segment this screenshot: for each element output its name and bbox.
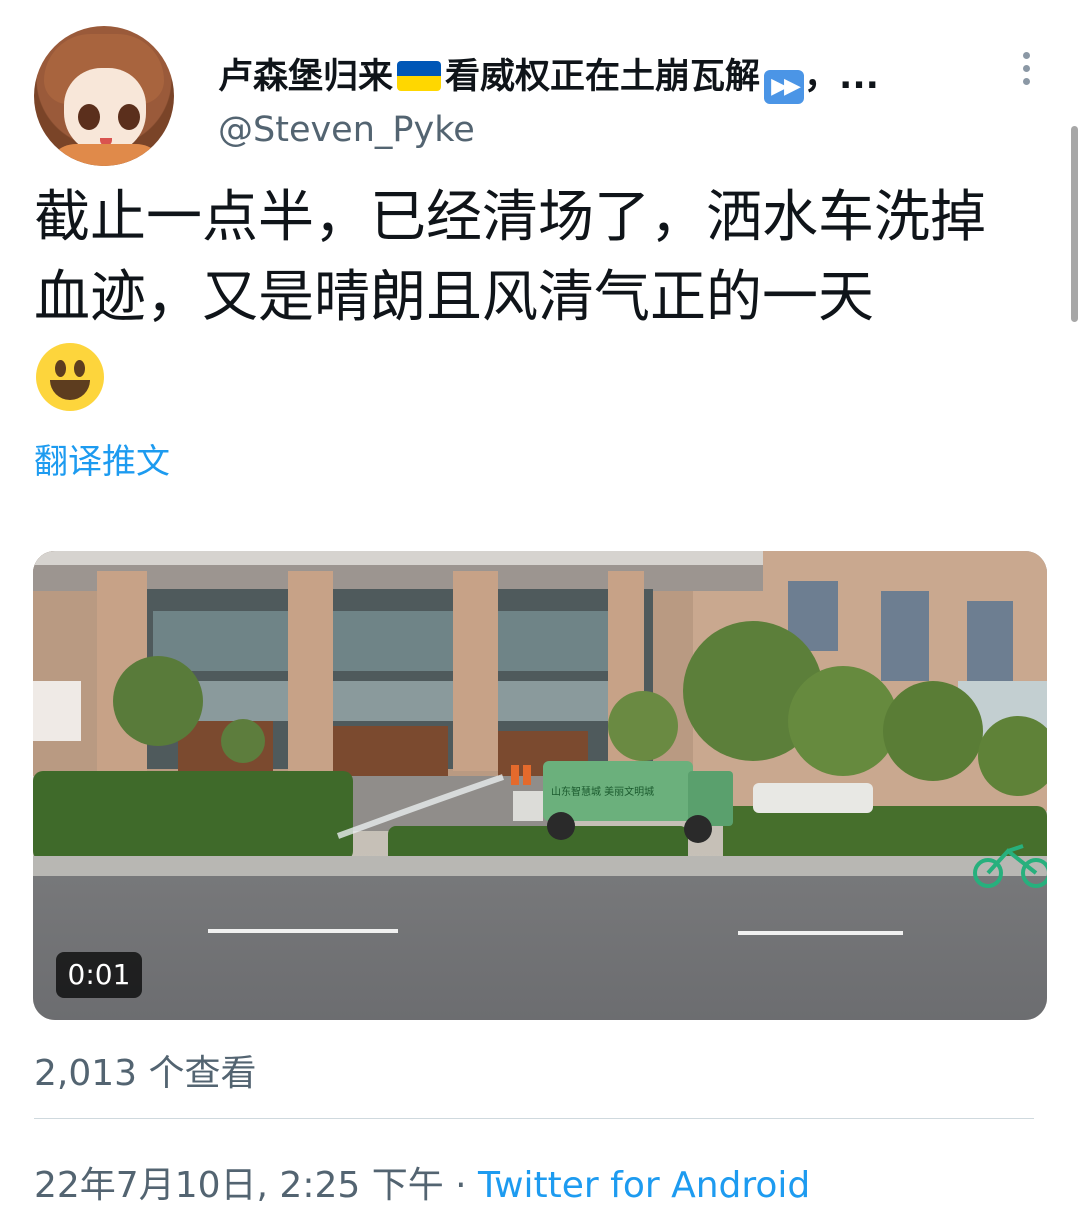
author-display-name[interactable]: 卢森堡归来 看威权正在土崩瓦解 ▶▶，... [218, 48, 978, 104]
views-label: 个查看 [137, 1053, 257, 1094]
views-number: 2,013 [34, 1053, 138, 1094]
ukraine-flag-icon [397, 61, 442, 91]
video-frame: 山东智慧城 美丽文明城 [33, 551, 1047, 1020]
grinning-face-emoji-icon [36, 343, 104, 411]
tweet-text: 截止一点半，已经清场了，洒水车洗掉血迹，又是晴朗且风清气正的一天 [34, 185, 986, 330]
video-timestamp: 0:01 [56, 952, 142, 998]
tweet-metadata: 22年7月10日, 2:25 下午 · Twitter for Android [34, 1156, 810, 1208]
truck-sign-text: 山东智慧城 美丽文明城 [551, 785, 654, 798]
author-avatar[interactable] [34, 26, 174, 166]
divider [34, 1118, 1034, 1119]
avatar-eye [118, 104, 140, 130]
author-name-part1: 卢森堡归来 [218, 57, 394, 97]
author-name-part2: 看威权正在土崩瓦解 [445, 57, 761, 97]
video-player[interactable]: 山东智慧城 美丽文明城 [33, 551, 1047, 1020]
avatar-eye [78, 104, 100, 130]
author-handle[interactable]: @Steven_Pyke [218, 110, 475, 150]
tweet-datetime[interactable]: 22年7月10日, 2:25 下午 [34, 1165, 444, 1206]
meta-separator: · [443, 1165, 479, 1206]
fast-forward-icon: ▶▶ [764, 70, 805, 104]
more-options-icon[interactable] [1014, 52, 1038, 92]
translate-tweet-link[interactable]: 翻译推文 [34, 434, 170, 483]
scrollbar[interactable] [1071, 126, 1078, 322]
avatar-clothing [46, 144, 166, 166]
author-name-part3: ，... [804, 57, 879, 97]
views-count[interactable]: 2,013 个查看 [34, 1044, 257, 1096]
tweet-source-link[interactable]: Twitter for Android [478, 1165, 810, 1206]
